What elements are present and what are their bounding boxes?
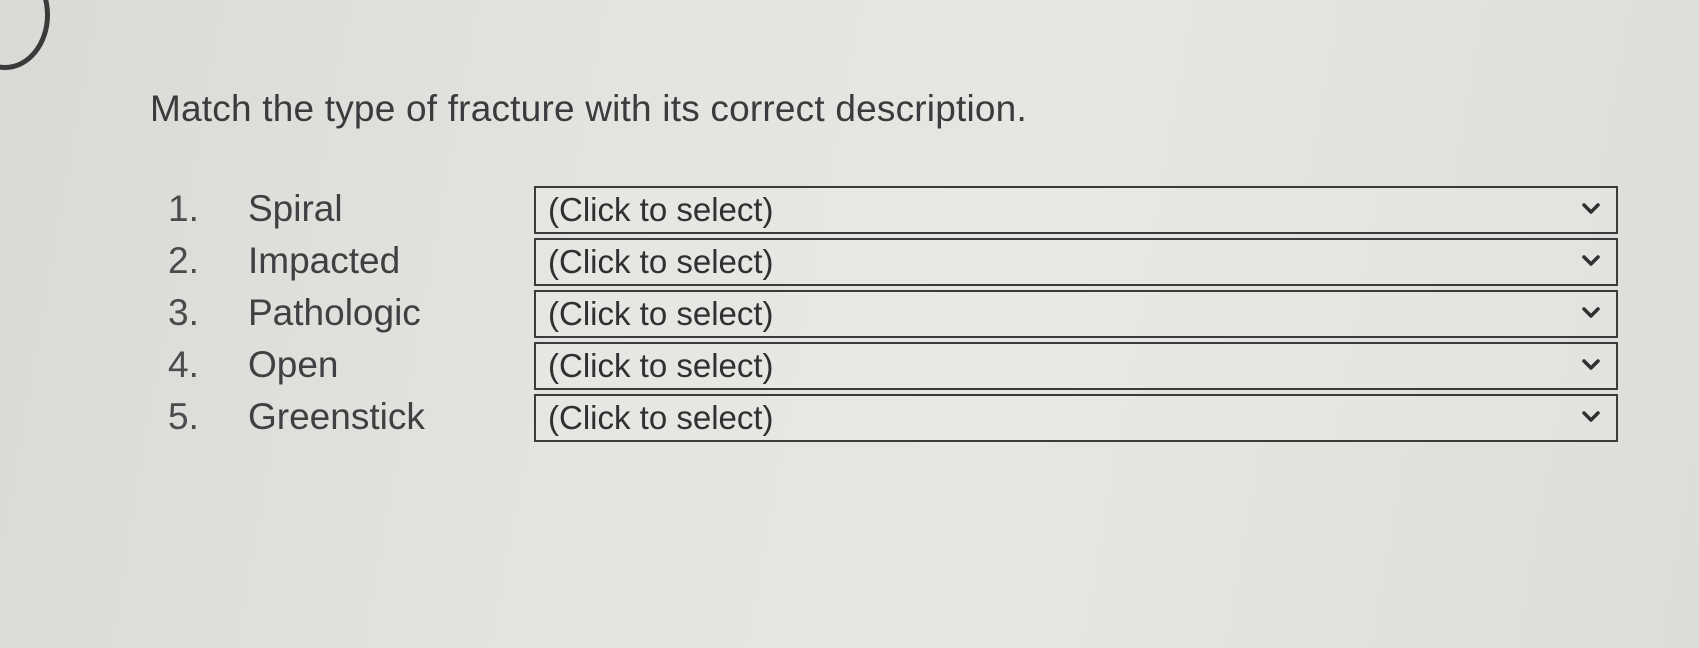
select-value: (Click to select): [548, 399, 774, 436]
chevron-down-icon: [1582, 307, 1600, 318]
fracture-term: Pathologic: [248, 292, 421, 333]
fracture-term: Greenstick: [248, 396, 425, 437]
select-value: (Click to select): [548, 243, 774, 280]
description-select[interactable]: (Click to select): [534, 186, 1618, 234]
item-number: 2.: [168, 240, 199, 281]
corner-arc-decoration: [0, 0, 50, 70]
select-value: (Click to select): [548, 295, 774, 332]
item-number: 5.: [168, 396, 199, 437]
item-number: 3.: [168, 292, 199, 333]
matching-row: 5. Greenstick (Click to select): [168, 394, 1628, 446]
fracture-term: Open: [248, 344, 339, 385]
matching-row: 1. Spiral (Click to select): [168, 186, 1628, 238]
description-select[interactable]: (Click to select): [534, 394, 1618, 442]
matching-row: 2. Impacted (Click to select): [168, 238, 1628, 290]
fracture-term: Impacted: [248, 240, 401, 281]
item-number: 4.: [168, 344, 199, 385]
question-prompt: Match the type of fracture with its corr…: [150, 88, 1027, 129]
matching-list: 1. Spiral (Click to select) 2. Impacted …: [168, 186, 1628, 446]
item-number: 1.: [168, 188, 199, 229]
description-select[interactable]: (Click to select): [534, 342, 1618, 390]
fracture-term: Spiral: [248, 188, 343, 229]
matching-row: 3. Pathologic (Click to select): [168, 290, 1628, 342]
chevron-down-icon: [1582, 255, 1600, 266]
select-value: (Click to select): [548, 347, 774, 384]
description-select[interactable]: (Click to select): [534, 238, 1618, 286]
matching-row: 4. Open (Click to select): [168, 342, 1628, 394]
chevron-down-icon: [1582, 359, 1600, 370]
chevron-down-icon: [1582, 203, 1600, 214]
description-select[interactable]: (Click to select): [534, 290, 1618, 338]
select-value: (Click to select): [548, 191, 774, 228]
chevron-down-icon: [1582, 411, 1600, 422]
